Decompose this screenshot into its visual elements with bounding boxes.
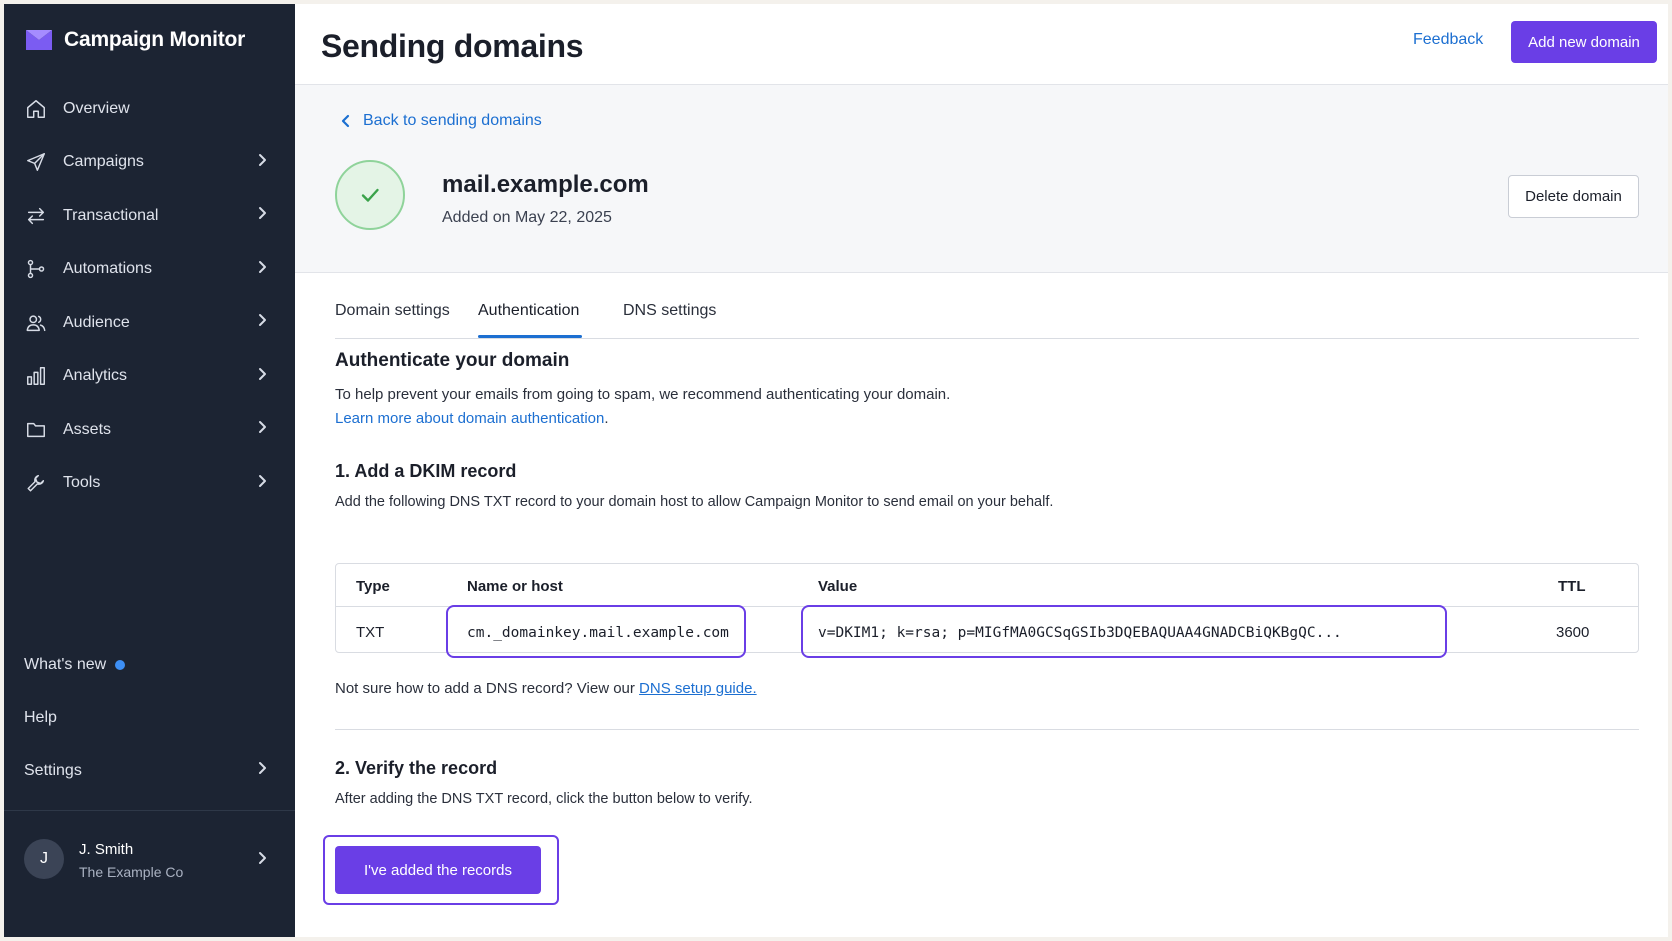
intro-text: To help prevent your emails from going t… bbox=[335, 386, 951, 403]
column-header-value: Value bbox=[818, 578, 858, 595]
back-link-label: Back to sending domains bbox=[363, 112, 542, 129]
step2-text: After adding the DNS TXT record, click t… bbox=[335, 791, 753, 807]
tab-authentication[interactable]: Authentication bbox=[478, 302, 579, 320]
chevron-right-icon bbox=[255, 313, 269, 332]
tab-domain-settings[interactable]: Domain settings bbox=[335, 302, 450, 320]
chevron-right-icon bbox=[255, 153, 269, 172]
user-name: J. Smith bbox=[79, 841, 134, 858]
learn-more-suffix: . bbox=[604, 410, 609, 427]
delete-domain-button[interactable]: Delete domain bbox=[1508, 175, 1639, 218]
tab-dns-settings[interactable]: DNS settings bbox=[623, 302, 716, 320]
wrench-icon bbox=[24, 471, 48, 495]
learn-more-line: Learn more about domain authentication. bbox=[335, 410, 609, 427]
tab-bar: Domain settings Authentication DNS setti… bbox=[335, 273, 1639, 339]
sidebar-item-label: Audience bbox=[63, 313, 130, 331]
sidebar-lower: What's new Help Settings bbox=[4, 638, 295, 797]
feedback-link[interactable]: Feedback bbox=[1413, 31, 1483, 49]
sidebar-item-help[interactable]: Help bbox=[4, 691, 295, 744]
check-icon bbox=[361, 188, 379, 202]
brand[interactable]: Campaign Monitor bbox=[26, 28, 245, 52]
chevron-right-icon bbox=[255, 420, 269, 439]
sidebar-item-overview[interactable]: Overview bbox=[4, 82, 295, 136]
active-tab-indicator bbox=[478, 335, 582, 338]
step1-heading: 1. Add a DKIM record bbox=[335, 461, 517, 481]
sidebar-item-label: Transactional bbox=[63, 206, 159, 224]
sidebar-item-label: What's new bbox=[24, 655, 107, 673]
domain-header: Back to sending domains mail.example.com… bbox=[295, 85, 1668, 273]
sidebar-nav: Overview Campaigns Transactional Automat… bbox=[4, 82, 295, 510]
sidebar-item-label: Help bbox=[24, 708, 57, 726]
chevron-left-icon bbox=[341, 114, 350, 128]
dns-record-table: Type Name or host Value TTL TXT cm._doma… bbox=[335, 563, 1639, 658]
column-header-name: Name or host bbox=[467, 578, 563, 595]
chevron-right-icon bbox=[255, 367, 269, 386]
sidebar-item-settings[interactable]: Settings bbox=[4, 744, 295, 797]
app-window: Campaign Monitor Overview Campaigns Tran… bbox=[4, 4, 1668, 937]
sidebar-item-label: Assets bbox=[63, 420, 112, 438]
chevron-right-icon bbox=[255, 206, 269, 225]
domain-added-date: Added on May 22, 2025 bbox=[442, 209, 612, 226]
sidebar-item-label: Analytics bbox=[63, 367, 128, 385]
sidebar-item-label: Campaigns bbox=[63, 153, 144, 171]
column-header-type: Type bbox=[356, 578, 390, 595]
record-type: TXT bbox=[356, 624, 385, 641]
record-name-value[interactable]: cm._domainkey.mail.example.com bbox=[467, 625, 729, 641]
dns-setup-guide-link[interactable]: DNS setup guide. bbox=[639, 680, 757, 697]
sidebar-item-whats-new[interactable]: What's new bbox=[4, 638, 295, 691]
sidebar-item-campaigns[interactable]: Campaigns bbox=[4, 136, 295, 190]
notification-dot bbox=[115, 659, 126, 670]
users-icon bbox=[24, 311, 48, 335]
sidebar-item-transactional[interactable]: Transactional bbox=[4, 189, 295, 243]
section-divider bbox=[335, 729, 1639, 730]
added-records-button[interactable]: I've added the records bbox=[335, 846, 541, 894]
workflow-icon bbox=[24, 257, 48, 281]
page-title: Sending domains bbox=[321, 28, 584, 64]
sidebar-item-label: Settings bbox=[24, 761, 82, 779]
bar-chart-icon bbox=[24, 364, 48, 388]
envelope-logo-icon bbox=[26, 30, 52, 50]
user-org: The Example Co bbox=[79, 864, 184, 880]
paper-plane-icon bbox=[24, 150, 48, 174]
sidebar-item-analytics[interactable]: Analytics bbox=[4, 350, 295, 404]
sidebar-item-label: Tools bbox=[63, 474, 101, 492]
folder-icon bbox=[24, 418, 48, 442]
brand-name: Campaign Monitor bbox=[64, 28, 246, 51]
user-account-menu[interactable]: J J. Smith The Example Co bbox=[4, 810, 295, 937]
chevron-right-icon bbox=[255, 761, 269, 780]
chevron-right-icon bbox=[255, 474, 269, 493]
chevron-right-icon bbox=[255, 260, 269, 279]
sidebar-item-assets[interactable]: Assets bbox=[4, 403, 295, 457]
sidebar-item-tools[interactable]: Tools bbox=[4, 457, 295, 511]
main-content: Sending domains Feedback Add new domain … bbox=[295, 4, 1668, 937]
step1-text: Add the following DNS TXT record to your… bbox=[335, 494, 1054, 510]
sidebar-item-label: Overview bbox=[63, 99, 130, 117]
back-link[interactable]: Back to sending domains bbox=[339, 112, 542, 130]
domain-name: mail.example.com bbox=[442, 171, 649, 198]
learn-more-link[interactable]: Learn more about domain authentication bbox=[335, 410, 604, 427]
verify-button-highlight: I've added the records bbox=[323, 835, 559, 905]
step2-heading: 2. Verify the record bbox=[335, 758, 498, 778]
verified-status bbox=[335, 160, 405, 230]
dns-help-line: Not sure how to add a DNS record? View o… bbox=[335, 680, 757, 697]
chevron-right-icon bbox=[255, 851, 269, 870]
sidebar-item-label: Automations bbox=[63, 260, 152, 278]
column-header-ttl: TTL bbox=[1558, 578, 1586, 595]
add-new-domain-button[interactable]: Add new domain bbox=[1511, 21, 1657, 63]
dns-help-text: Not sure how to add a DNS record? View o… bbox=[335, 680, 640, 697]
sidebar-item-audience[interactable]: Audience bbox=[4, 296, 295, 350]
sidebar-item-automations[interactable]: Automations bbox=[4, 243, 295, 297]
section-heading: Authenticate your domain bbox=[335, 350, 570, 371]
avatar: J bbox=[24, 839, 64, 879]
sidebar: Campaign Monitor Overview Campaigns Tran… bbox=[4, 4, 295, 937]
top-bar: Sending domains Feedback Add new domain bbox=[295, 4, 1668, 85]
record-ttl: 3600 bbox=[1556, 624, 1590, 641]
arrows-swap-icon bbox=[24, 204, 48, 228]
home-icon bbox=[24, 97, 48, 121]
record-value[interactable]: v=DKIM1; k=rsa; p=MIGfMA0GCSqGSIb3DQEBAQ… bbox=[818, 625, 1342, 641]
